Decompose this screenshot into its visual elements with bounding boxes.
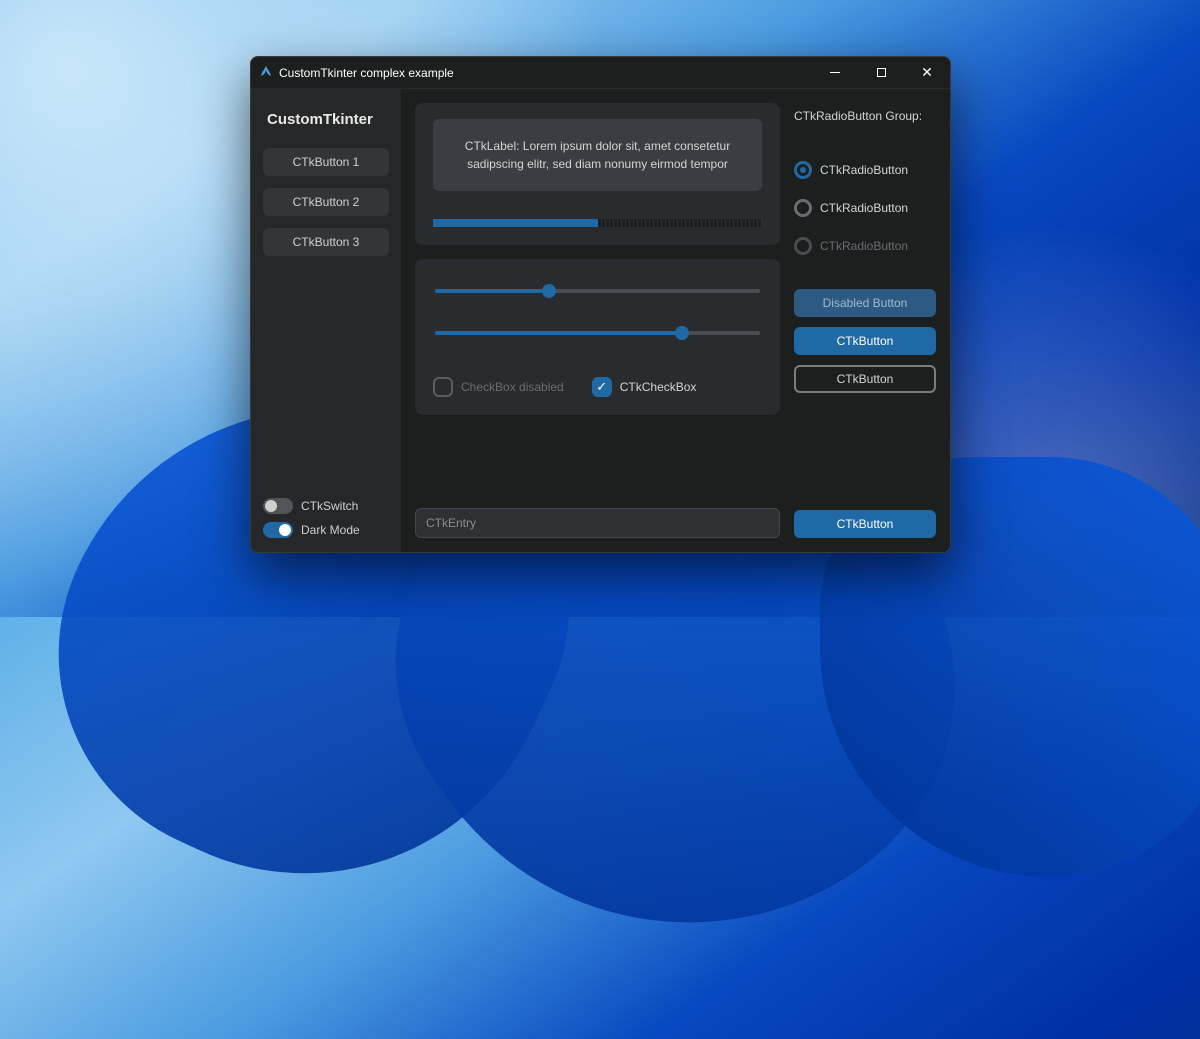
check-icon: ✓ <box>596 379 607 395</box>
radio-2[interactable]: CTkRadioButton <box>794 199 936 217</box>
sidebar-button-1[interactable]: CTkButton 1 <box>263 148 389 176</box>
ctklabel: CTkLabel: Lorem ipsum dolor sit, amet co… <box>433 119 762 191</box>
radiogroup-label: CTkRadioButton Group: <box>794 109 936 123</box>
close-button[interactable]: ✕ <box>904 57 950 89</box>
top-card: CTkLabel: Lorem ipsum dolor sit, amet co… <box>415 103 780 245</box>
ctkentry[interactable]: CTkEntry <box>415 508 780 538</box>
checkbox-disabled-box <box>433 377 453 397</box>
main-area: CTkLabel: Lorem ipsum dolor sit, amet co… <box>401 89 950 552</box>
checkbox-enabled[interactable]: ✓ CTkCheckBox <box>592 377 697 397</box>
radio-2-icon <box>794 199 812 217</box>
middle-card: CheckBox disabled ✓ CTkCheckBox <box>415 259 780 415</box>
switch-row-2: Dark Mode <box>263 522 389 538</box>
sidebar-logo: CustomTkinter <box>267 111 385 128</box>
darkmode-toggle[interactable] <box>263 522 293 538</box>
maximize-button[interactable] <box>858 57 904 89</box>
progressbar <box>433 219 762 227</box>
titlebar: CustomTkinter complex example ✕ <box>251 57 950 89</box>
sidebar: CustomTkinter CTkButton 1 CTkButton 2 CT… <box>251 89 401 552</box>
ctkentry-placeholder: CTkEntry <box>426 516 476 530</box>
sidebar-button-2[interactable]: CTkButton 2 <box>263 188 389 216</box>
ctkbutton-bottom[interactable]: CTkButton <box>794 510 936 538</box>
ctkswitch-toggle[interactable] <box>263 498 293 514</box>
bottom-row: CTkEntry <box>415 508 780 538</box>
radio-3-icon <box>794 237 812 255</box>
app-window: CustomTkinter complex example ✕ CustomTk… <box>250 56 951 553</box>
minimize-icon <box>830 72 840 73</box>
checkbox-disabled: CheckBox disabled <box>433 377 564 397</box>
center-column: CTkLabel: Lorem ipsum dolor sit, amet co… <box>415 103 780 538</box>
radio-3-label: CTkRadioButton <box>820 239 908 253</box>
checkbox-enabled-label: CTkCheckBox <box>620 380 697 394</box>
radio-1[interactable]: CTkRadioButton <box>794 161 936 179</box>
app-icon <box>259 66 273 80</box>
ctkswitch-label: CTkSwitch <box>301 499 358 513</box>
window-body: CustomTkinter CTkButton 1 CTkButton 2 CT… <box>251 89 950 552</box>
checkbox-enabled-box: ✓ <box>592 377 612 397</box>
close-icon: ✕ <box>921 64 933 81</box>
ctkbutton-outline[interactable]: CTkButton <box>794 365 936 393</box>
checkbox-disabled-label: CheckBox disabled <box>461 380 564 394</box>
checkbox-row: CheckBox disabled ✓ CTkCheckBox <box>433 377 762 397</box>
disabled-button: Disabled Button <box>794 289 936 317</box>
sidebar-button-3[interactable]: CTkButton 3 <box>263 228 389 256</box>
window-title: CustomTkinter complex example <box>279 66 454 80</box>
minimize-button[interactable] <box>812 57 858 89</box>
right-column: CTkRadioButton Group: CTkRadioButton CTk… <box>794 103 936 538</box>
radio-3: CTkRadioButton <box>794 237 936 255</box>
slider-2[interactable] <box>435 323 760 343</box>
radio-2-label: CTkRadioButton <box>820 201 908 215</box>
maximize-icon <box>877 68 886 77</box>
radio-1-icon <box>794 161 812 179</box>
slider-1-thumb[interactable] <box>542 284 556 298</box>
window-controls: ✕ <box>812 57 950 89</box>
darkmode-label: Dark Mode <box>301 523 360 537</box>
ctkbutton-normal[interactable]: CTkButton <box>794 327 936 355</box>
radio-1-label: CTkRadioButton <box>820 163 908 177</box>
progressbar-fill <box>433 219 598 227</box>
slider-1[interactable] <box>435 281 760 301</box>
switch-row-1: CTkSwitch <box>263 498 389 514</box>
slider-2-thumb[interactable] <box>675 326 689 340</box>
